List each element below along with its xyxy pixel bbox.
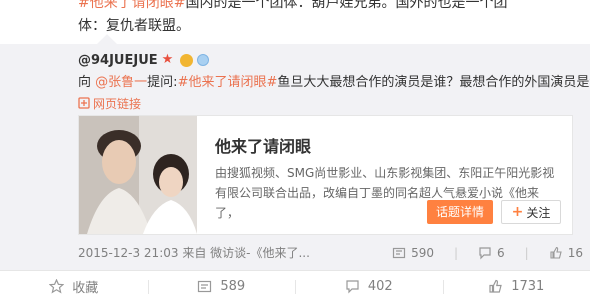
diamond-icon[interactable] [196,54,209,66]
topic-card-title[interactable]: 他来了请闭眼 [215,133,311,157]
question-hashtag-link[interactable]: #他来了请闭眼# [178,75,278,90]
like-icon [550,246,562,259]
repost-time[interactable]: 2015-12-3 21:03 [78,246,179,260]
thumbs-up-icon [489,279,502,293]
question-line: 向 @张鲁一提问:#他来了请闭眼#鱼旦大大最想合作的演员是谁？最想合作的外国演员… [78,73,590,93]
hashtag-link[interactable]: #他来了请闭眼# [78,0,185,11]
follow-button[interactable]: + 关注 [501,200,561,224]
comment-count: 6 [497,246,505,260]
action-bar: 收藏 589 402 1731 [0,270,590,302]
repost-container: @94JUEJUE ★ 向 @张鲁一提问:#他来了请闭眼#鱼旦大大最想合作的演员… [0,34,590,270]
repost-icon [198,280,212,293]
page-link[interactable]: 网页链接 [78,94,141,112]
repost-user-line: @94JUEJUE ★ [78,50,209,70]
repost-meta: 2015-12-3 21:03 来自 微访谈-《他来了... 590 | 6 |… [78,243,583,263]
repost-count-button[interactable]: 590 [392,243,434,263]
like-total: 1731 [511,279,545,294]
question-asked: 提问: [147,75,178,90]
post-text: #他来了请闭眼#国内的是一个团体：葫芦娃兄弟。国外的也是一个团体：复仇者联盟。 [0,0,590,38]
page-link-label: 网页链接 [93,96,142,111]
favorite-label: 收藏 [72,281,99,296]
like-count: 16 [567,246,583,260]
like-count-button[interactable]: 16 [549,243,583,263]
star-icon[interactable]: ★ [162,53,176,67]
topic-card: 他来了请闭眼 由搜狐视频、SMG尚世影业、山东影视集团、东阳正午阳光影视有限公司… [78,115,573,235]
star-outline-icon [49,279,65,294]
topic-detail-button[interactable]: 话题详情 [427,200,493,224]
repost-source[interactable]: 来自 微访谈-《他来了... [182,246,310,260]
comment-icon [479,247,491,260]
comment-total: 402 [367,279,393,294]
repost-icon [392,247,406,259]
link-icon [78,97,90,109]
comment-icon [346,280,359,294]
favorite-button[interactable]: 收藏 [0,271,148,302]
like-button[interactable]: 1731 [442,271,590,302]
repost-stats: 590 | 6 | 16 [392,243,583,263]
comment-button[interactable]: 402 [295,271,443,302]
repost-button[interactable]: 589 [147,271,296,302]
topic-card-image[interactable] [79,116,197,234]
repost-total: 589 [220,279,246,294]
follow-button-label: 关注 [526,205,551,220]
repost-count: 590 [411,246,434,260]
plus-icon: + [511,204,524,220]
repost-username[interactable]: @94JUEJUE [78,53,158,68]
mention-link[interactable]: @张鲁一 [95,75,147,90]
question-text: 鱼旦大大最想合作的演员是谁？最想合作的外国演员是谁？ [277,75,590,90]
medal-icon[interactable] [179,53,193,67]
question-prefix: 向 [78,75,92,90]
comment-count-button[interactable]: 6 [478,243,505,263]
